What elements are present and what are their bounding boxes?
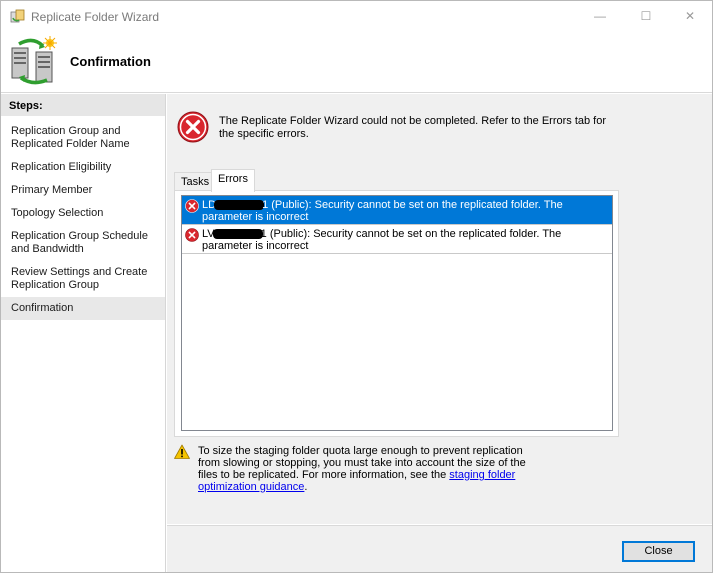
step-confirmation: Confirmation [11, 302, 74, 314]
wizard-app-icon [10, 9, 25, 23]
content-area: The Replicate Folder Wizard could not be… [167, 94, 712, 524]
steps-sidebar: Steps: Replication Group and Replicated … [1, 94, 166, 572]
wizard-window: Replicate Folder Wizard — ☐ ✕ Confirmati… [0, 0, 713, 573]
step-replication-group-name: Replication Group and Replicated Folder … [11, 125, 130, 150]
step-review-settings: Review Settings and Create Replication G… [11, 266, 148, 291]
replicate-folder-wizard-icon [11, 36, 57, 85]
minimize-button[interactable]: — [577, 1, 623, 31]
warning-suffix: . [304, 481, 308, 493]
redacted-server-name [212, 229, 263, 240]
step-replication-eligibility: Replication Eligibility [11, 161, 112, 173]
warning-icon [174, 444, 190, 459]
step-topology-selection: Topology Selection [11, 207, 104, 219]
window-title: Replicate Folder Wizard [31, 10, 160, 24]
status-message: The Replicate Folder Wizard could not be… [219, 115, 607, 140]
error-row[interactable]: LV 1 (Public): Security cannot be set on … [182, 225, 612, 254]
close-button[interactable]: Close [622, 541, 695, 562]
wizard-footer: Close [167, 525, 712, 572]
error-row[interactable]: LD 1 (Public): Security cannot be set on … [182, 196, 612, 225]
close-window-button[interactable]: ✕ [667, 1, 713, 31]
error-icon [177, 111, 209, 143]
wizard-header: Confirmation [1, 31, 712, 93]
errors-list[interactable]: LD 1 (Public): Security cannot be set on … [181, 195, 613, 431]
step-schedule-bandwidth: Replication Group Schedule and Bandwidth [11, 230, 148, 255]
error-icon [185, 199, 199, 213]
step-primary-member: Primary Member [11, 184, 93, 196]
staging-quota-warning: To size the staging folder quota large e… [198, 445, 538, 493]
page-title: Confirmation [70, 54, 151, 69]
redacted-server-name [214, 200, 265, 211]
errors-tab-panel: LD 1 (Public): Security cannot be set on … [174, 190, 619, 437]
error-row-text: LD 1 (Public): Security cannot be set on … [202, 199, 607, 223]
maximize-button[interactable]: ☐ [623, 1, 669, 31]
error-row-text: LV 1 (Public): Security cannot be set on … [202, 228, 607, 252]
error-icon [185, 228, 199, 242]
title-bar: Replicate Folder Wizard — ☐ ✕ [1, 1, 712, 31]
tab-tasks[interactable]: Tasks [174, 172, 217, 191]
tab-errors[interactable]: Errors [211, 169, 255, 192]
steps-header: Steps: [1, 94, 165, 116]
